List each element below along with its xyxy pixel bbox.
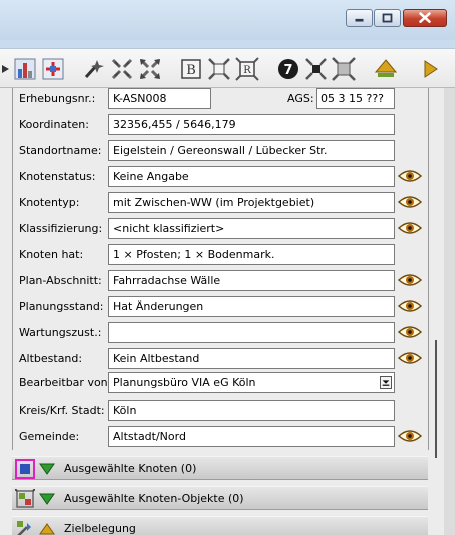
minimize-button[interactable] <box>346 9 373 27</box>
knotenstatus-field[interactable]: Keine Angabe <box>108 166 395 187</box>
altbestand-field[interactable]: Kein Altbestand <box>108 348 395 369</box>
bearbeitbar-von-select[interactable]: Planungsbüro VIA eG Köln <box>108 372 395 393</box>
altbestand-label: Altbestand: <box>19 352 83 365</box>
bearbeitbar-von-value: Planungsbüro VIA eG Köln <box>113 376 256 389</box>
triangle-right-icon <box>424 60 438 78</box>
planungsstand-field[interactable]: Hat Änderungen <box>108 296 395 317</box>
knoten-hat-label: Knoten hat: <box>19 248 84 261</box>
knotenstatus-eye-icon[interactable] <box>398 168 422 184</box>
knotentyp-label: Knotentyp: <box>19 196 80 209</box>
svg-text:B: B <box>186 63 196 78</box>
maximize-button[interactable] <box>374 9 401 27</box>
merge-node-button[interactable] <box>304 57 328 81</box>
close-icon <box>419 12 431 23</box>
klassifizierung-field[interactable]: <nicht klassifiziert> <box>108 218 395 239</box>
add-node-icon <box>42 58 64 80</box>
wartungszust-field[interactable] <box>108 322 395 343</box>
ags-field[interactable]: 05 3 15 ??? <box>316 88 395 109</box>
number-seven-icon: 7 <box>278 59 298 79</box>
knoten-hat-field[interactable]: 1 × Pfosten; 1 × Bodenmark. <box>108 244 395 265</box>
split-arrows-icon <box>139 58 161 80</box>
koordinaten-label: Koordinaten: <box>19 118 89 131</box>
chevron-down-icon[interactable] <box>380 376 392 389</box>
gemeinde-label: Gemeinde: <box>19 430 80 443</box>
b-box-icon: B <box>181 59 201 79</box>
selected-node-objects-icon <box>15 489 35 508</box>
planungsstand-label: Planungsstand: <box>19 300 104 313</box>
standortname-field[interactable]: Eigelstein / Gereonswall / Lübecker Str. <box>108 140 395 161</box>
merge-arrows-icon <box>111 58 133 80</box>
section-label: Ausgewählte Knoten (0) <box>64 462 197 475</box>
section-label: Ausgewählte Knoten-Objekte (0) <box>64 492 244 505</box>
gemeinde-eye-icon[interactable] <box>398 428 422 444</box>
plan-abschnitt-eye-icon[interactable] <box>398 272 422 288</box>
merge-arrows-button[interactable] <box>110 57 134 81</box>
target-assignment-icon <box>17 521 31 535</box>
section-ausgewaehlte-knoten-objekte[interactable]: Ausgewählte Knoten-Objekte (0) <box>12 486 428 510</box>
move-up-button[interactable] <box>374 57 398 81</box>
r-box-button[interactable]: R <box>235 57 259 81</box>
add-node-button[interactable] <box>41 57 65 81</box>
vertical-scrollbar[interactable] <box>444 88 455 535</box>
triangle-down-icon <box>39 493 55 505</box>
triangle-up-icon <box>39 523 55 535</box>
r-box-icon: R <box>235 57 259 81</box>
gemeinde-field[interactable]: Altstadt/Nord <box>108 426 395 447</box>
ags-label: AGS: <box>287 92 314 105</box>
next-button[interactable] <box>418 57 442 81</box>
node-detail-panel: Erhebungsnr.: K-ASN008 AGS: 05 3 15 ??? … <box>0 88 444 535</box>
wand-tool-button[interactable] <box>82 57 106 81</box>
svg-text:7: 7 <box>283 63 292 78</box>
erhebungsnr-field[interactable]: K-ASN008 <box>108 88 211 109</box>
split-node-button[interactable] <box>332 57 356 81</box>
klassifizierung-eye-icon[interactable] <box>398 220 422 236</box>
koordinaten-field[interactable]: 32356,455 / 5646,179 <box>108 114 395 135</box>
b-box-button[interactable]: B <box>179 57 203 81</box>
window-titlebar <box>0 0 455 40</box>
bearbeitbar-von-label: Bearbeitbar von: <box>19 376 112 389</box>
node-chart-button[interactable] <box>13 57 37 81</box>
split-node-icon <box>332 57 356 81</box>
split-arrows-button[interactable] <box>138 57 162 81</box>
knotentyp-field[interactable]: mit Zwischen-WW (im Projektgebiet) <box>108 192 395 213</box>
maximize-icon <box>382 13 393 23</box>
section-ausgewaehlte-knoten[interactable]: Ausgewählte Knoten (0) <box>12 456 428 480</box>
number-seven-button[interactable]: 7 <box>276 57 300 81</box>
svg-text:R: R <box>243 65 251 76</box>
scroll-indicator <box>435 340 437 458</box>
wartungszust-label: Wartungszust.: <box>19 326 102 339</box>
knotentyp-eye-icon[interactable] <box>398 194 422 210</box>
wartungszust-eye-icon[interactable] <box>398 324 422 340</box>
selected-nodes-icon <box>15 459 35 479</box>
plan-abschnitt-field[interactable]: Fahrradachse Wälle <box>108 270 395 291</box>
klassifizierung-label: Klassifizierung: <box>19 222 103 235</box>
plan-abschnitt-label: Plan-Abschnitt: <box>19 274 102 287</box>
close-button[interactable] <box>403 9 447 27</box>
standortname-label: Standortname: <box>19 144 102 157</box>
toolbar: B R 7 <box>0 48 455 88</box>
merge-node-icon <box>305 58 327 80</box>
node-chart-icon <box>14 58 36 80</box>
planungsstand-eye-icon[interactable] <box>398 298 422 314</box>
merge-box-button[interactable] <box>207 57 231 81</box>
erhebungsnr-label: Erhebungsnr.: <box>19 92 96 105</box>
triangle-up-icon <box>374 59 398 77</box>
merge-box-icon <box>208 58 230 80</box>
section-label: Zielbelegung <box>64 522 136 535</box>
kreis-field[interactable]: Köln <box>108 400 395 421</box>
magic-wand-icon <box>84 60 104 79</box>
triangle-down-icon <box>39 463 55 475</box>
toolbar-arrow-left-icon[interactable] <box>0 57 9 81</box>
knotenstatus-label: Knotenstatus: <box>19 170 96 183</box>
section-zielbelegung[interactable]: Zielbelegung <box>12 516 428 535</box>
minimize-icon <box>355 18 364 22</box>
kreis-label: Kreis/Krf. Stadt: <box>19 404 105 417</box>
altbestand-eye-icon[interactable] <box>398 350 422 366</box>
